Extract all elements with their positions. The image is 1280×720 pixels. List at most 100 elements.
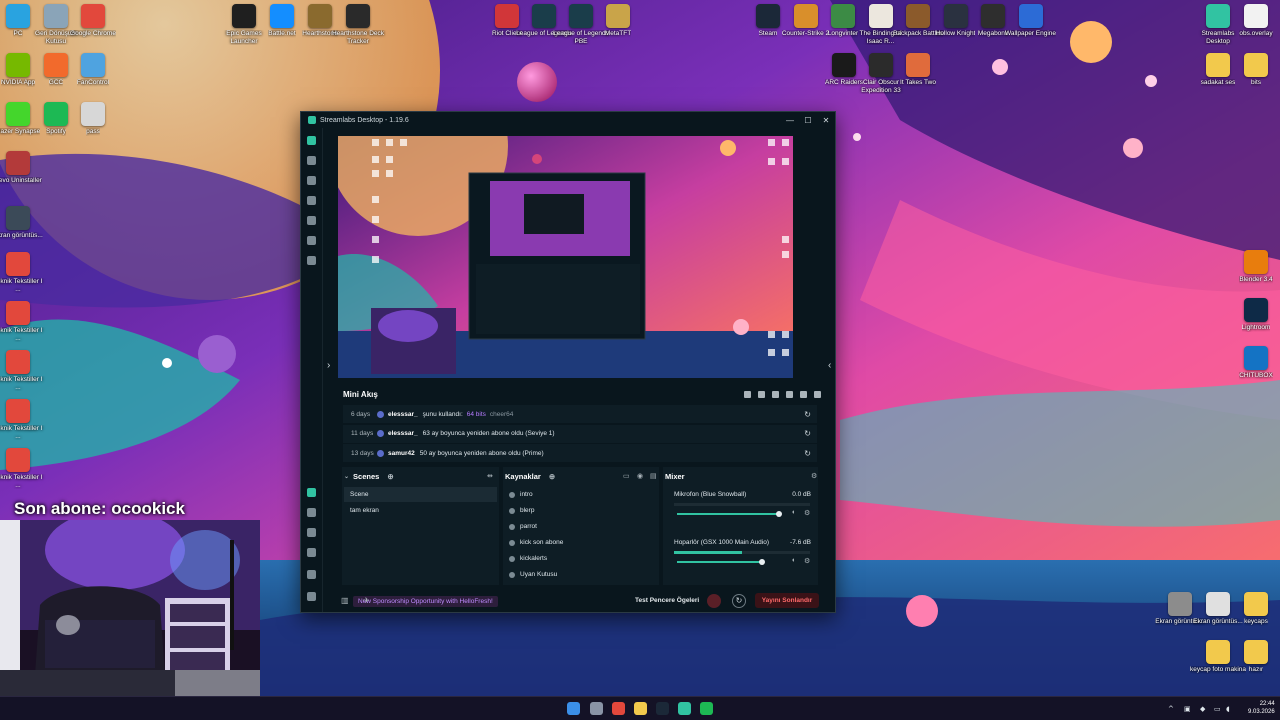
profile-icon[interactable] xyxy=(307,592,316,601)
alert-box-icon[interactable] xyxy=(307,508,316,517)
stats-icon[interactable]: ▥ xyxy=(341,596,349,605)
studio-mode-icon[interactable] xyxy=(307,176,316,185)
end-stream-button[interactable]: Yayını Sonlandır xyxy=(755,593,819,608)
system-clock[interactable]: 22:44 9.03.2026 xyxy=(1248,700,1275,716)
add-scene-icon[interactable]: ⊕ xyxy=(387,472,393,481)
ultra-icon[interactable] xyxy=(307,488,316,497)
desktop-icon-keycaps[interactable]: keycaps xyxy=(1228,592,1280,626)
maximize-button[interactable]: ☐ xyxy=(799,116,817,125)
desktop-icon-ekran-g-r-nt-s[interactable]: Ekran görüntüs... xyxy=(0,206,46,240)
start-icon[interactable] xyxy=(567,702,580,715)
spotify-taskbar-icon[interactable] xyxy=(700,702,713,715)
tray-chevron-icon[interactable]: ^ xyxy=(1168,705,1174,713)
app-store-icon[interactable] xyxy=(307,216,316,225)
desktop-icon-obs-overlay[interactable]: obs.overlay xyxy=(1228,4,1280,38)
file-explorer-icon[interactable] xyxy=(634,702,647,715)
volume-icon[interactable] xyxy=(814,390,821,398)
editor-icon[interactable] xyxy=(307,136,316,145)
event-user[interactable]: elesssar_ xyxy=(388,411,418,418)
test-widgets-label[interactable]: Test Pencere Ögeleri xyxy=(635,597,699,604)
dashboard-icon[interactable] xyxy=(307,156,316,165)
feed-event-row[interactable]: 13 days samur42 50 ay boyunca yeniden abon… xyxy=(343,444,817,462)
desktop-icon-google-chrome[interactable]: Google Chrome xyxy=(65,4,121,38)
desktop-icon-pass[interactable]: pass xyxy=(65,102,121,136)
feed-event-row[interactable]: 11 days elesssar_ 63 ay boyunca yeniden ab… xyxy=(343,424,817,443)
volume-tray-icon[interactable]: ◖ xyxy=(1226,705,1230,713)
mute-icon[interactable]: ◖ xyxy=(791,509,795,516)
desktop-icon-lightroom[interactable]: Lightroom xyxy=(1228,298,1280,332)
transition-icon[interactable]: ⇹ xyxy=(487,472,493,480)
stream-preview[interactable] xyxy=(338,136,793,378)
themes-icon[interactable] xyxy=(307,196,316,205)
streamlabs-taskbar-icon[interactable] xyxy=(678,702,691,715)
streamlabs-window[interactable]: Streamlabs Desktop - 1.19.6 — ☐ ✕ › ‹ Mi… xyxy=(300,111,836,613)
tray-app-icon[interactable]: ▣ xyxy=(1184,705,1191,713)
source-group-icon[interactable]: ▭ xyxy=(623,472,630,480)
desktop-icon-fancontrol[interactable]: FanControl xyxy=(65,53,121,87)
skip-icon[interactable] xyxy=(786,390,793,398)
layout-icon[interactable] xyxy=(307,236,316,245)
desktop-icon-hearthstone-deck-tracker[interactable]: Hearthstone Deck Tracker xyxy=(330,4,386,45)
replay-alert-icon[interactable]: ↻ xyxy=(804,410,811,419)
pause-icon[interactable] xyxy=(772,390,779,398)
volume-slider-knob[interactable] xyxy=(775,511,782,517)
network-icon[interactable]: ▭ xyxy=(1214,705,1221,713)
desktop-icon-chitubox[interactable]: CHITUBOX xyxy=(1228,346,1280,380)
window-titlebar[interactable]: Streamlabs Desktop - 1.19.6 — ☐ ✕ xyxy=(301,112,835,128)
chevron-right-icon[interactable]: ‹ xyxy=(828,360,831,371)
desktop-icon-teknik-tekstiller-i[interactable]: Teknik Tekstiller I ... xyxy=(0,399,46,440)
chevron-left-icon[interactable]: › xyxy=(327,360,330,371)
replay-buffer-button[interactable]: ↻ xyxy=(732,594,746,608)
steam-taskbar-icon[interactable] xyxy=(656,702,669,715)
source-item[interactable]: kickalerts xyxy=(509,551,649,566)
event-user[interactable]: samur42 xyxy=(388,450,415,457)
folder-icon[interactable]: ▤ xyxy=(650,472,657,480)
volume-slider[interactable] xyxy=(677,513,779,515)
scene-item[interactable]: Scene xyxy=(344,487,497,502)
settings-icon[interactable] xyxy=(307,570,316,579)
sponsor-banner[interactable]: New Sponsorship Opportunity with HelloFr… xyxy=(353,595,498,607)
moon-icon[interactable] xyxy=(744,390,751,398)
minimize-button[interactable]: — xyxy=(781,116,799,125)
desktop-icon-metatft[interactable]: MetaTFT xyxy=(590,4,646,38)
close-button[interactable]: ✕ xyxy=(817,116,835,125)
desktop-icon-teknik-tekstiller-i[interactable]: Teknik Tekstiller I ... xyxy=(0,350,46,391)
tray-discord-icon[interactable]: ◆ xyxy=(1200,705,1205,713)
volume-slider[interactable] xyxy=(677,561,763,563)
desktop-icon-teknik-tekstiller-i[interactable]: Teknik Tekstiller I ... xyxy=(0,448,46,489)
desktop-icon-haz-r[interactable]: hazır xyxy=(1228,640,1280,674)
replay-alert-icon[interactable]: ↻ xyxy=(804,429,811,438)
desktop-icon-bits[interactable]: bits xyxy=(1228,53,1280,87)
task-view-icon[interactable] xyxy=(590,702,603,715)
desktop-icon-teknik-tekstiller-i[interactable]: Teknik Tekstiller I ... xyxy=(0,301,46,342)
desktop-icon-wallpaper-engine[interactable]: Wallpaper Engine xyxy=(1003,4,1059,38)
channel-settings-icon[interactable]: ⚙ xyxy=(804,509,810,517)
desktop-icon-teknik-tekstiller-i[interactable]: Teknik Tekstiller I ... xyxy=(0,252,46,293)
desktop-icon-blender-3-4[interactable]: Blender 3.4 xyxy=(1228,250,1280,284)
mute-icon[interactable]: ◖ xyxy=(791,557,795,564)
feed-event-row[interactable]: 6 days elesssar_ şunu kullandı: 64 bits chee… xyxy=(343,405,817,423)
source-item[interactable]: Uyan Kutusu xyxy=(509,567,649,582)
record-button[interactable] xyxy=(707,594,721,608)
source-item[interactable]: blerp xyxy=(509,503,649,518)
chrome-taskbar-icon[interactable] xyxy=(612,702,625,715)
settings-icon[interactable] xyxy=(800,390,807,398)
help-icon[interactable] xyxy=(307,548,316,557)
channel-settings-icon[interactable]: ⚙ xyxy=(804,557,810,565)
desktop-icon-it-takes-two[interactable]: It Takes Two xyxy=(890,53,946,87)
cloud-icon[interactable] xyxy=(307,528,316,537)
chevron-down-icon[interactable]: ⌄ xyxy=(344,473,349,480)
source-item[interactable]: kick son abone xyxy=(509,535,649,550)
desktop-icon-revo-uninstaller[interactable]: Revo Uninstaller xyxy=(0,151,46,185)
scene-item[interactable]: tam ekran xyxy=(344,503,497,518)
source-eye-icon[interactable]: ◉ xyxy=(637,472,643,480)
source-item[interactable]: parrot xyxy=(509,519,649,534)
highlighter-icon[interactable] xyxy=(307,256,316,265)
obs-overlay-icon xyxy=(1244,4,1268,28)
source-item[interactable]: intro xyxy=(509,487,649,502)
add-source-icon[interactable]: ⊕ xyxy=(549,472,555,481)
mixer-settings-icon[interactable]: ⚙ xyxy=(811,472,817,480)
replay-alert-icon[interactable]: ↻ xyxy=(804,449,811,458)
filter-icon[interactable] xyxy=(758,390,765,398)
event-user[interactable]: elesssar_ xyxy=(388,430,418,437)
